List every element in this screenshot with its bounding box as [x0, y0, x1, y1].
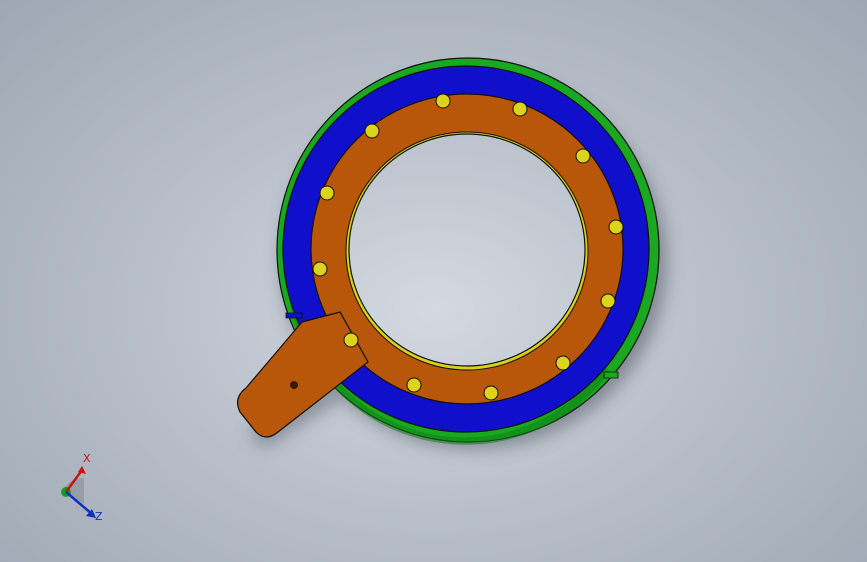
bolt — [312, 261, 328, 277]
bolt — [435, 93, 451, 109]
bolt — [319, 185, 335, 201]
model-view[interactable] — [0, 0, 867, 562]
bolt — [600, 293, 616, 309]
bolt — [608, 219, 624, 235]
z-axis-label: Z — [95, 510, 103, 523]
bolt — [483, 385, 499, 401]
inner-lip — [345, 131, 589, 371]
bolt — [406, 377, 422, 393]
x-axis-label: X — [83, 452, 91, 465]
bolt — [555, 355, 571, 371]
tab-hole — [290, 381, 298, 389]
reference-triad[interactable]: X Z — [52, 448, 112, 528]
bolt — [512, 101, 528, 117]
left-notch — [285, 312, 303, 319]
bolt — [364, 123, 380, 139]
bolt — [575, 148, 591, 164]
right-notch — [603, 371, 619, 379]
bolt — [343, 332, 359, 348]
graphics-viewport[interactable]: X Z — [0, 0, 867, 562]
